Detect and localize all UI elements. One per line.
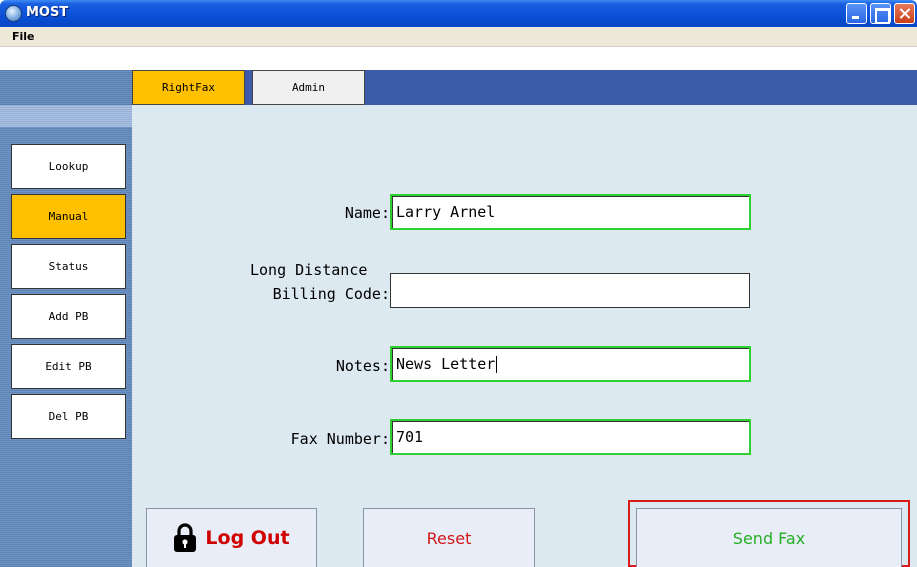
fax-number-label: Fax Number: [290, 430, 390, 448]
billing-label-line2: Billing Code: [272, 285, 390, 303]
notes-value: News Letter [396, 355, 496, 373]
name-value: Larry Arnel [396, 203, 496, 221]
name-field[interactable]: Larry Arnel [390, 194, 751, 230]
logout-button[interactable]: Log Out [146, 508, 317, 567]
tab-strip: RightFax Admin [132, 70, 917, 105]
notes-label: Notes: [335, 357, 390, 375]
sidebar-item-lookup[interactable]: Lookup [11, 144, 126, 189]
billing-code-field[interactable] [390, 273, 750, 308]
menu-file[interactable]: File [12, 30, 35, 43]
app-globe-icon [5, 5, 22, 22]
reset-button[interactable]: Reset [363, 508, 535, 567]
menu-bar: File [0, 27, 917, 47]
maximize-icon[interactable] [870, 3, 891, 24]
logout-label: Log Out [205, 527, 290, 549]
main-panel [132, 105, 917, 567]
sidebar-item-edit-pb[interactable]: Edit PB [11, 344, 126, 389]
fax-number-field[interactable]: 701 [390, 419, 751, 455]
billing-label-line1: Long Distance [250, 261, 368, 279]
send-fax-button[interactable]: Send Fax [636, 508, 902, 567]
lock-icon [174, 523, 197, 552]
fax-number-value: 701 [396, 428, 424, 446]
title-bar: MOST [0, 0, 917, 27]
name-label: Name: [344, 204, 390, 222]
sidebar-item-del-pb[interactable]: Del PB [11, 394, 126, 439]
tab-rightfax[interactable]: RightFax [132, 70, 245, 105]
sidebar-header [0, 70, 132, 105]
close-icon[interactable] [894, 3, 915, 24]
minimize-icon[interactable] [846, 3, 867, 24]
sidebar-item-manual[interactable]: Manual [11, 194, 126, 239]
sidebar-item-status[interactable]: Status [11, 244, 126, 289]
text-cursor [496, 355, 498, 373]
sidebar-item-add-pb[interactable]: Add PB [11, 294, 126, 339]
notes-field[interactable]: News Letter [390, 346, 751, 382]
tab-admin[interactable]: Admin [252, 70, 365, 105]
window-title: MOST [26, 5, 69, 20]
sidebar-divider [0, 105, 132, 127]
